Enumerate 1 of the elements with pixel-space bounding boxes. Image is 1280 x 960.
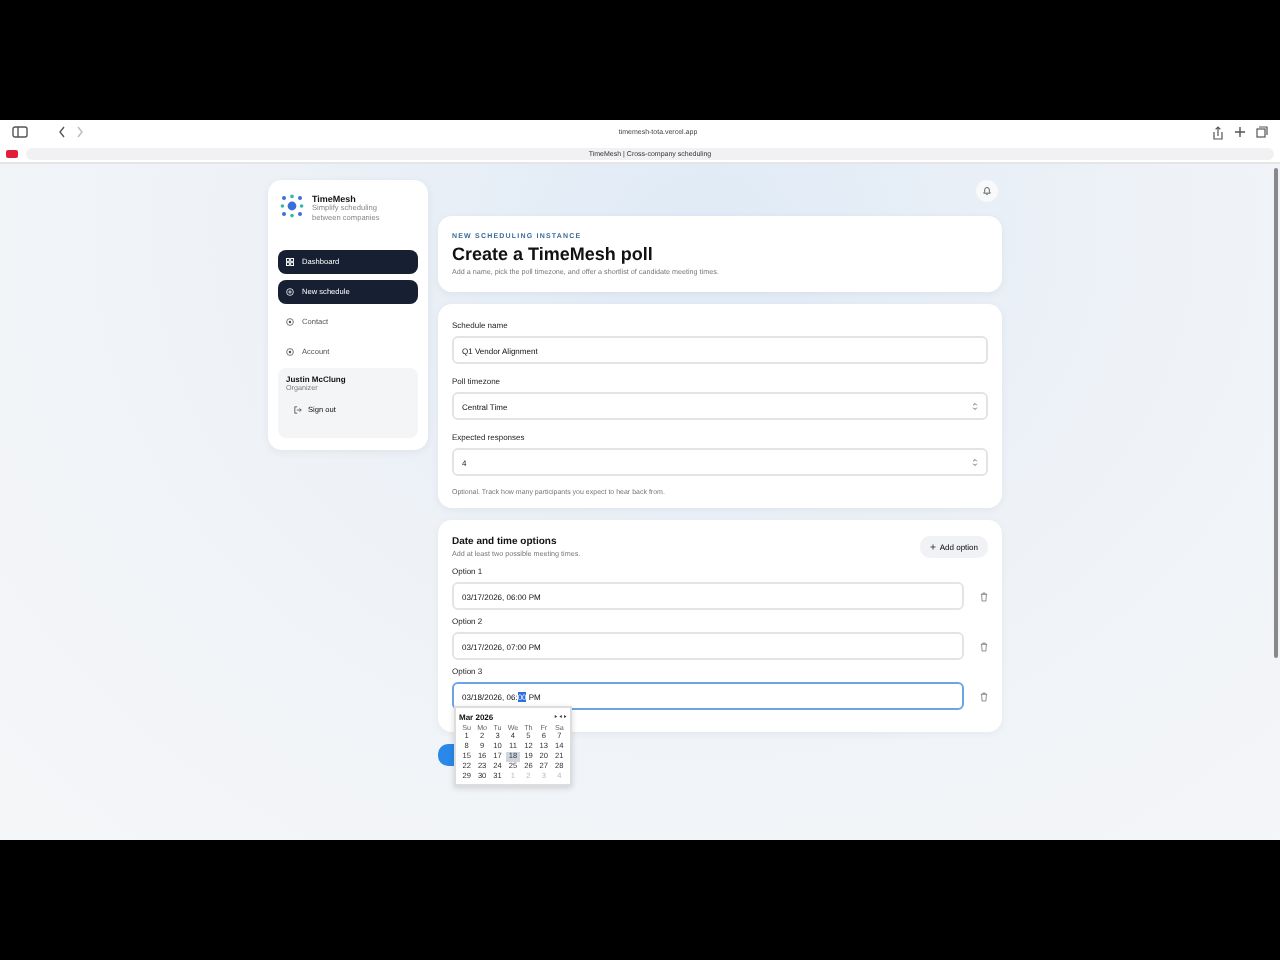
page-title: Create a TimeMesh poll	[452, 244, 655, 264]
